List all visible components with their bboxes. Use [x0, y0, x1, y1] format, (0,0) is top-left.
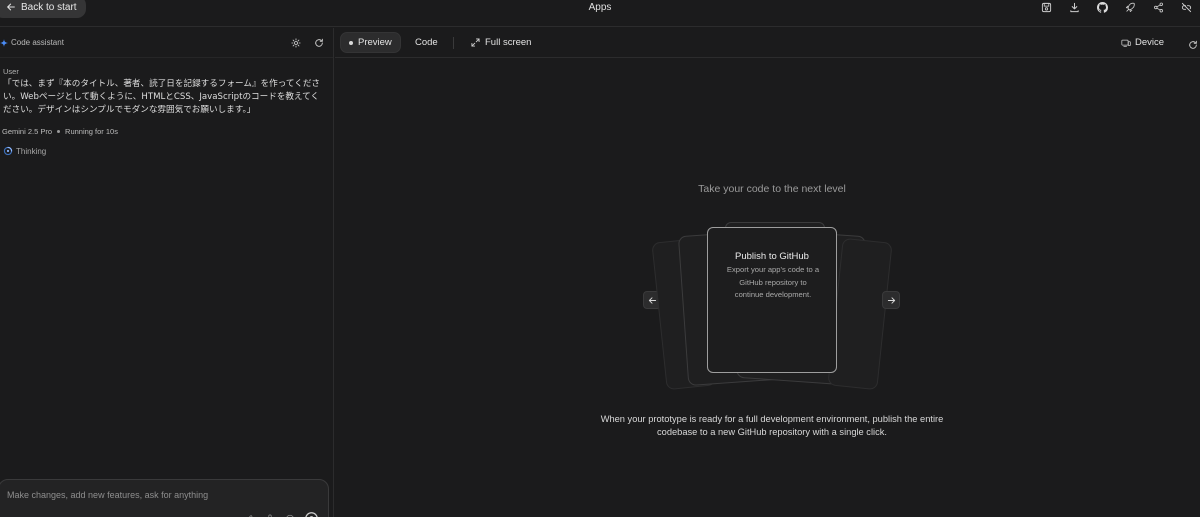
top-actions — [1032, 1, 1200, 13]
top-bar: Back to start Apps — [0, 0, 1200, 27]
download-icon[interactable] — [1060, 1, 1088, 13]
link-off-icon[interactable] — [1172, 1, 1200, 13]
send-icon[interactable] — [305, 512, 318, 517]
preview-panel: Preview Code Full screen Device Take you… — [335, 28, 1200, 517]
back-to-start-button[interactable]: Back to start — [0, 0, 86, 18]
device-icon — [1121, 39, 1131, 47]
reload-icon — [1189, 40, 1197, 49]
thinking-label: Thinking — [16, 146, 47, 156]
rocket-icon[interactable] — [1116, 1, 1144, 13]
device-button[interactable]: Device — [1121, 37, 1164, 48]
refresh-icon[interactable] — [313, 37, 325, 49]
card-description: Export your app's code to a GitHub repos… — [726, 265, 820, 300]
active-dot — [349, 40, 353, 45]
reload-preview-button[interactable] — [1188, 37, 1198, 55]
tab-fullscreen[interactable]: Full screen — [463, 32, 539, 53]
settings-icon[interactable] — [290, 37, 302, 49]
publish-github-card[interactable]: Publish to GitHub Export your app's code… — [707, 227, 837, 373]
tab-divider — [453, 37, 454, 49]
model-status: Gemini 2.5 Pro Running for 10s — [2, 127, 118, 136]
prompt-input[interactable] — [7, 488, 307, 502]
card-title: Publish to GitHub — [735, 251, 809, 262]
tab-code-label: Code — [415, 37, 438, 48]
back-to-start-label: Back to start — [21, 1, 77, 13]
promo-body-text: When your prototype is ready for a full … — [600, 414, 944, 437]
github-icon[interactable] — [1088, 1, 1116, 13]
message-role: User — [3, 67, 19, 76]
tab-fullscreen-label: Full screen — [485, 37, 532, 48]
tab-code[interactable]: Code — [407, 32, 446, 53]
promo-heading: Take your code to the next level — [698, 183, 846, 195]
code-assistant-header: Code assistant — [0, 28, 333, 58]
microphone-icon[interactable] — [265, 513, 275, 517]
code-assistant-label: Code assistant — [11, 38, 64, 47]
app-title: Apps — [588, 2, 612, 13]
composer-actions — [245, 512, 318, 517]
view-tabs: Preview Code Full screen Device — [335, 28, 1200, 58]
device-label: Device — [1134, 37, 1164, 48]
model-name: Gemini 2.5 Pro — [2, 127, 53, 136]
carousel-next-button[interactable] — [882, 291, 900, 309]
spinner-icon — [3, 146, 13, 156]
code-assistant-panel: Code assistant User 「では、まず『本のタイトル、著者、読了日… — [0, 28, 334, 517]
save-icon[interactable] — [1032, 1, 1060, 13]
thinking-indicator[interactable]: Thinking — [3, 146, 46, 156]
expand-icon — [471, 38, 480, 47]
tab-preview[interactable]: Preview — [340, 32, 401, 53]
code-assistant-title: Code assistant — [0, 38, 64, 47]
arrow-right-icon — [887, 296, 895, 304]
tab-preview-label: Preview — [358, 37, 392, 48]
separator-dot — [57, 130, 61, 133]
user-message-text: 「では、まず『本のタイトル、著者、読了日を記録するフォーム』を作ってください。W… — [3, 79, 321, 115]
prompt-composer — [0, 479, 329, 517]
share-icon[interactable] — [1144, 1, 1172, 13]
arrow-left-icon — [7, 3, 15, 11]
run-status: Running for 10s — [65, 127, 118, 136]
sparkle-icon — [0, 38, 8, 47]
promo-card-stack: Publish to GitHub Export your app's code… — [651, 222, 893, 392]
add-icon[interactable] — [285, 514, 295, 517]
paperclip-icon[interactable] — [245, 514, 255, 517]
